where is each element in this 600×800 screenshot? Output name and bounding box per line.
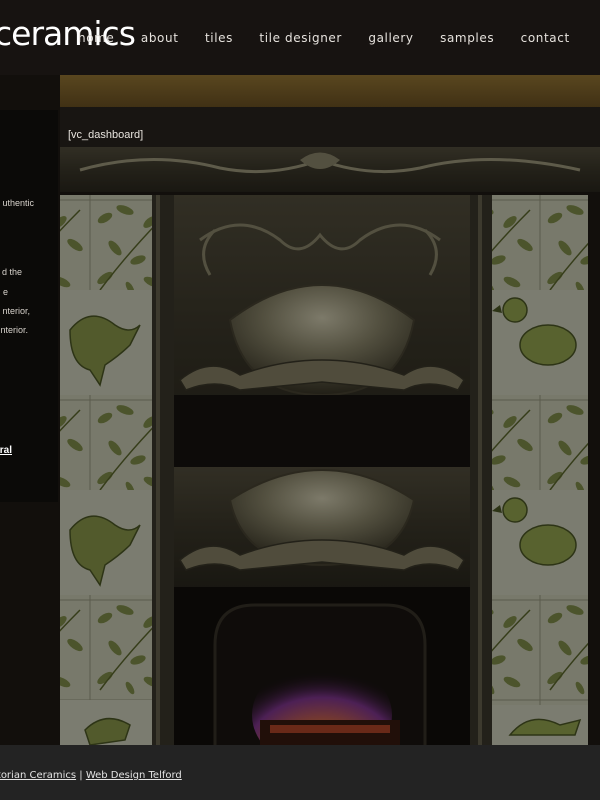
nav-item-tiles[interactable]: tiles: [205, 31, 233, 45]
footer-webdesign-link[interactable]: Web Design Telford: [86, 770, 182, 781]
nav-item-contact[interactable]: contact: [521, 31, 570, 45]
fireplace-background-image: [0, 0, 600, 745]
sidebar-panel: uthentic d the e nterior, nterior. ral: [0, 110, 58, 502]
sidebar-link[interactable]: ral: [0, 445, 12, 456]
footer-company-link[interactable]: Victorian Ceramics: [0, 770, 76, 781]
sidebar-text-fragment: nterior.: [0, 325, 28, 335]
nav-item-about[interactable]: about: [141, 31, 179, 45]
sidebar-text-fragment: e: [2, 287, 8, 297]
sidebar-text-fragment: uthentic: [2, 198, 34, 208]
fireplace-illustration: [0, 0, 600, 745]
sidebar-text-fragment: d the: [1, 267, 22, 277]
content-shortcode-text: [vc_dashboard]: [68, 129, 144, 141]
site-footer: Victorian Ceramics | Web Design Telford: [0, 745, 600, 800]
nav-item-home[interactable]: home: [78, 31, 114, 45]
sidebar-text-fragment: nterior,: [2, 306, 30, 316]
nav-item-samples[interactable]: samples: [440, 31, 494, 45]
footer-separator: |: [79, 770, 83, 781]
footer-credits: Victorian Ceramics | Web Design Telford: [0, 770, 182, 781]
nav-item-tile-designer[interactable]: tile designer: [259, 31, 342, 45]
main-nav: home about tiles tile designer gallery s…: [78, 29, 592, 49]
nav-item-gallery[interactable]: gallery: [368, 31, 413, 45]
site-header: ceramics home about tiles tile designer …: [0, 0, 600, 75]
